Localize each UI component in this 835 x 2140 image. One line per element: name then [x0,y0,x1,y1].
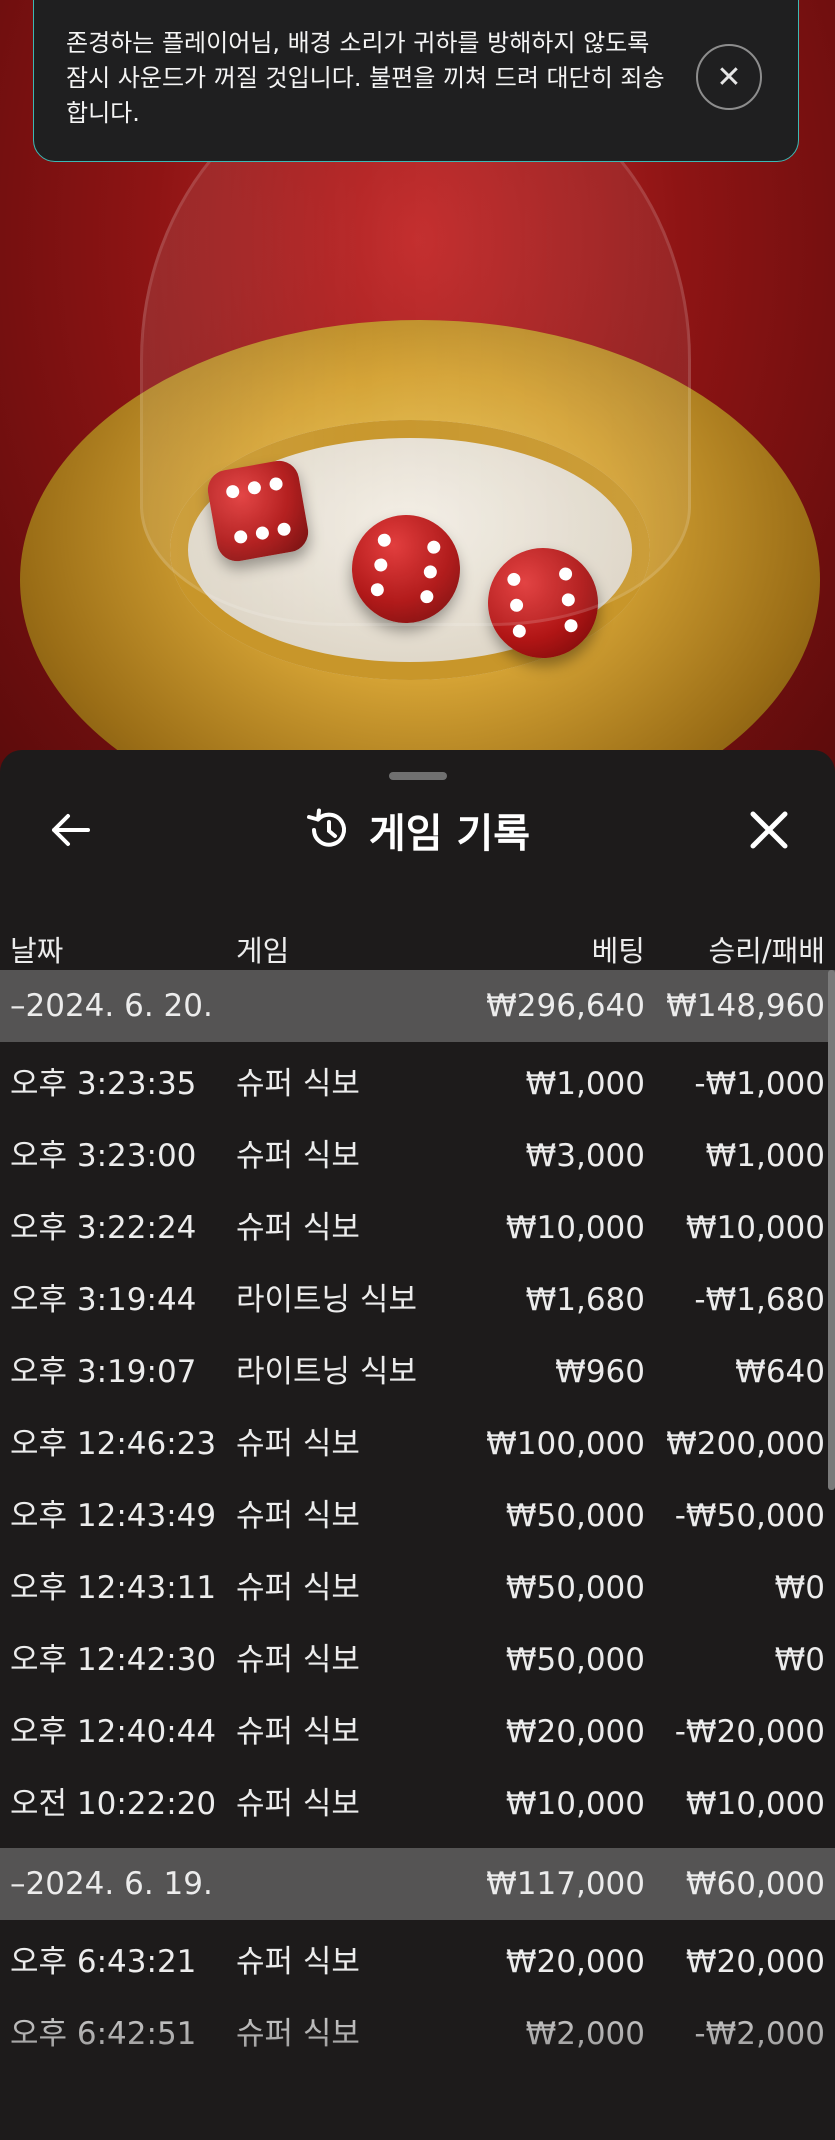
row-result: -₩1,680 [694,1282,825,1318]
group-bet-total: ₩117,000 [486,1866,645,1902]
history-row[interactable]: 오후 12:40:44 슈퍼 식보 ₩20,000 -₩20,000 [0,1696,835,1768]
row-time: 오후 12:40:44 [10,1714,217,1750]
row-time: 오후 6:43:21 [10,1944,197,1980]
row-result: ₩640 [735,1354,825,1390]
close-icon: ✕ [716,59,742,95]
row-time: 오후 3:23:35 [10,1066,197,1102]
row-game: 슈퍼 식보 [236,1944,360,1980]
drag-handle[interactable] [389,772,447,780]
row-time: 오후 3:22:24 [10,1210,197,1246]
row-result: -₩1,000 [694,1066,825,1102]
history-icon [306,808,346,847]
notification-message: 존경하는 플레이어님, 배경 소리가 귀하를 방해하지 않도록 잠시 사운드가 … [66,29,665,127]
group-result-total: ₩60,000 [685,1866,825,1902]
column-header-date: 날짜 [10,934,64,968]
row-bet: ₩50,000 [505,1642,645,1678]
row-bet: ₩50,000 [505,1498,645,1534]
row-game: 슈퍼 식보 [236,1498,360,1534]
column-header-bet: 베팅 [591,934,645,968]
row-time: 오후 3:23:00 [10,1138,197,1174]
history-row[interactable]: 오후 3:19:07 라이트닝 식보 ₩960 ₩640 [0,1336,835,1408]
history-row[interactable]: 오후 3:22:24 슈퍼 식보 ₩10,000 ₩10,000 [0,1192,835,1264]
row-result: -₩50,000 [674,1498,825,1534]
panel-title: 게임 기록 [368,811,531,857]
history-row[interactable]: 오후 3:19:44 라이트닝 식보 ₩1,680 -₩1,680 [0,1264,835,1336]
date-group-row[interactable]: –2024. 6. 20. ₩296,640 ₩148,960 [0,970,835,1042]
group-bet-total: ₩296,640 [486,988,645,1024]
row-bet: ₩20,000 [505,1714,645,1750]
row-bet: ₩10,000 [505,1210,645,1246]
toast-close-button[interactable]: ✕ [696,44,762,110]
row-time: 오후 3:19:07 [10,1354,197,1390]
column-header-game: 게임 [236,934,290,968]
row-time: 오후 12:42:30 [10,1642,217,1678]
row-bet: ₩20,000 [505,1944,645,1980]
row-bet: ₩3,000 [525,1138,645,1174]
row-game: 슈퍼 식보 [236,1786,360,1822]
history-row[interactable]: 오후 6:43:21 슈퍼 식보 ₩20,000 ₩20,000 [0,1926,835,1998]
history-scrollbar[interactable] [828,970,835,1490]
row-game: 슈퍼 식보 [236,1642,360,1678]
history-row[interactable]: 오후 12:43:11 슈퍼 식보 ₩50,000 ₩0 [0,1552,835,1624]
group-result-total: ₩148,960 [666,988,825,1024]
column-header-result: 승리/패배 [708,934,826,968]
row-game: 라이트닝 식보 [236,1282,417,1318]
sound-notification-toast: 존경하는 플레이어님, 배경 소리가 귀하를 방해하지 않도록 잠시 사운드가 … [33,0,799,162]
group-date: –2024. 6. 19. [10,1866,213,1902]
row-time: 오후 12:46:23 [10,1426,217,1462]
history-row[interactable]: 오후 3:23:35 슈퍼 식보 ₩1,000 -₩1,000 [0,1048,835,1120]
row-game: 슈퍼 식보 [236,1210,360,1246]
row-bet: ₩1,000 [525,1066,645,1102]
row-result: ₩1,000 [705,1138,825,1174]
game-history-panel: 게임 기록 날짜 게임 베팅 승리/패배 –2024. 6. 20. ₩296,… [0,750,835,2140]
row-result: -₩2,000 [694,2016,825,2052]
row-bet: ₩10,000 [505,1786,645,1822]
row-game: 슈퍼 식보 [236,1570,360,1606]
row-game: 슈퍼 식보 [236,1426,360,1462]
arrow-left-icon [52,814,90,846]
row-result: ₩0 [774,1642,825,1678]
row-time: 오후 6:42:51 [10,2016,197,2052]
row-result: ₩20,000 [685,1944,825,1980]
row-time: 오후 12:43:49 [10,1498,217,1534]
history-row[interactable]: 오후 6:42:51 슈퍼 식보 ₩2,000 -₩2,000 [0,1998,835,2070]
row-result: ₩10,000 [685,1786,825,1822]
row-result: ₩200,000 [666,1426,825,1462]
row-game: 슈퍼 식보 [236,1066,360,1102]
row-game: 슈퍼 식보 [236,1138,360,1174]
history-row[interactable]: 오전 10:22:20 슈퍼 식보 ₩10,000 ₩10,000 [0,1768,835,1840]
row-bet: ₩2,000 [525,2016,645,2052]
row-time: 오후 12:43:11 [10,1570,217,1606]
history-row[interactable]: 오후 12:42:30 슈퍼 식보 ₩50,000 ₩0 [0,1624,835,1696]
close-icon [750,811,788,849]
row-bet: ₩50,000 [505,1570,645,1606]
row-game: 슈퍼 식보 [236,1714,360,1750]
history-row[interactable]: 오후 12:46:23 슈퍼 식보 ₩100,000 ₩200,000 [0,1408,835,1480]
back-button[interactable] [40,800,100,860]
group-date: –2024. 6. 20. [10,988,213,1024]
row-game: 라이트닝 식보 [236,1354,417,1390]
close-panel-button[interactable] [739,800,799,860]
row-time: 오후 3:19:44 [10,1282,197,1318]
history-row[interactable]: 오후 12:43:49 슈퍼 식보 ₩50,000 -₩50,000 [0,1480,835,1552]
history-row[interactable]: 오후 3:23:00 슈퍼 식보 ₩3,000 ₩1,000 [0,1120,835,1192]
row-bet: ₩960 [555,1354,645,1390]
row-result: ₩10,000 [685,1210,825,1246]
date-group-row[interactable]: –2024. 6. 19. ₩117,000 ₩60,000 [0,1848,835,1920]
row-bet: ₩1,680 [525,1282,645,1318]
row-result: -₩20,000 [674,1714,825,1750]
row-result: ₩0 [774,1570,825,1606]
row-time: 오전 10:22:20 [10,1786,217,1822]
row-bet: ₩100,000 [486,1426,645,1462]
row-game: 슈퍼 식보 [236,2016,360,2052]
